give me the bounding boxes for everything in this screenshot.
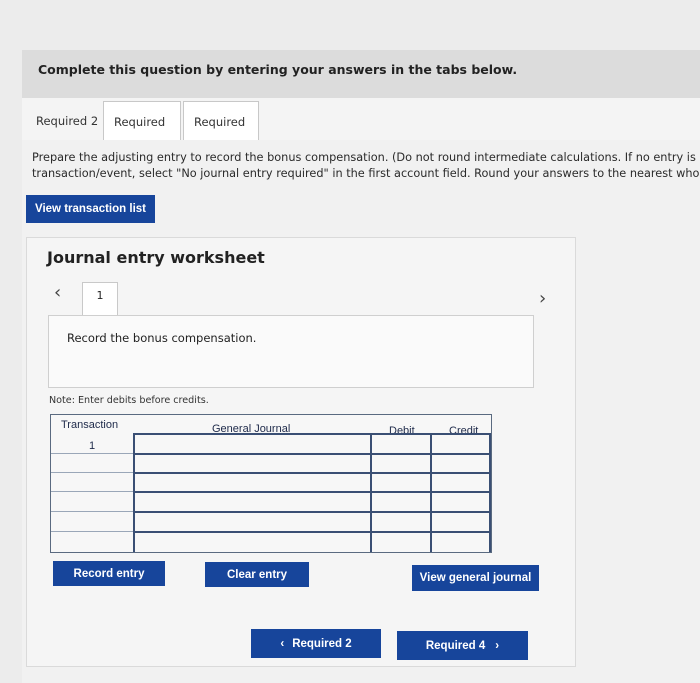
prev-required-label: Required 2	[292, 637, 352, 650]
view-transaction-list-button[interactable]: View transaction list	[26, 195, 155, 223]
column-header-credit: Credit	[449, 425, 479, 437]
grid-row-line	[51, 511, 133, 512]
record-entry-button[interactable]: Record entry	[53, 561, 165, 586]
next-required-label: Required 4	[425, 639, 486, 652]
next-required-button[interactable]: Required 4 ›	[397, 631, 528, 660]
grid-row-line	[51, 491, 133, 492]
grid-row-line	[51, 453, 133, 454]
clear-entry-button[interactable]: Clear entry	[205, 562, 309, 587]
tab-required-4[interactable]: Required 4	[183, 101, 259, 169]
grid-row-line	[51, 531, 133, 532]
column-header-transaction: Transaction	[61, 419, 119, 431]
entry-note: Note: Enter debits before credits.	[49, 395, 209, 406]
chevron-right-icon[interactable]: ›	[539, 288, 546, 309]
view-general-journal-button[interactable]: View general journal	[412, 565, 539, 591]
transaction-number: 1	[89, 440, 96, 452]
instructions: Prepare the adjusting entry to record th…	[32, 150, 700, 182]
tab-bar: Required 2 Required 3 Required 4	[22, 98, 700, 169]
journal-entry-grid: Transaction General Journal Debit Credit…	[50, 414, 492, 553]
question-header: Complete this question by entering your …	[22, 50, 700, 98]
prev-required-button[interactable]: ‹ Required 2	[251, 629, 381, 658]
chevron-left-icon[interactable]: ‹	[54, 282, 61, 303]
instructions-line-2: transaction/event, select "No journal en…	[32, 167, 700, 180]
journal-entry-worksheet: Journal entry worksheet ‹ 1 › Record the…	[26, 237, 576, 667]
grid-row-line	[133, 511, 491, 513]
tab-required-3[interactable]: Required 3	[103, 101, 181, 169]
chevron-right-icon: ›	[495, 639, 500, 652]
question-title: Complete this question by entering your …	[38, 62, 518, 77]
grid-row-line	[133, 472, 491, 474]
instructions-line-1: Prepare the adjusting entry to record th…	[32, 151, 700, 164]
column-header-debit: Debit	[389, 425, 415, 437]
entry-description: Record the bonus compensation.	[67, 331, 257, 345]
entry-description-box: Record the bonus compensation.	[48, 315, 534, 388]
chevron-left-icon: ‹	[280, 637, 285, 650]
grid-row-line	[51, 472, 133, 473]
entry-tab-1[interactable]: 1	[82, 282, 118, 316]
grid-row-line	[133, 531, 491, 533]
tab-content: Prepare the adjusting entry to record th…	[22, 140, 700, 683]
grid-row-line	[133, 491, 491, 493]
grid-row-line	[133, 433, 491, 435]
tab-required-2[interactable]: Required 2	[26, 101, 109, 141]
worksheet-title: Journal entry worksheet	[47, 248, 265, 267]
grid-row-line	[133, 453, 491, 455]
